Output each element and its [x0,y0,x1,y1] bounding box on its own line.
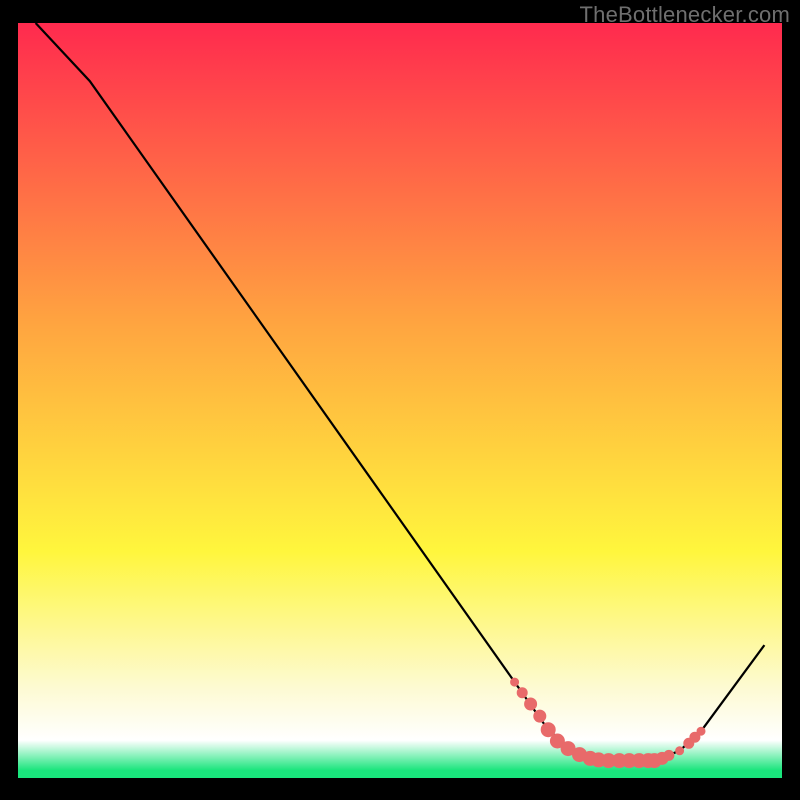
chart-stage: TheBottlenecker.com [0,0,800,800]
data-point [541,723,555,737]
plot-background [18,23,782,778]
data-point [511,678,519,686]
data-point [697,727,705,735]
data-point [517,688,527,698]
data-point [664,750,674,760]
chart-svg [0,0,800,800]
data-point [534,710,546,722]
data-point [676,747,684,755]
data-point [525,698,537,710]
watermark-text: TheBottlenecker.com [580,2,790,28]
